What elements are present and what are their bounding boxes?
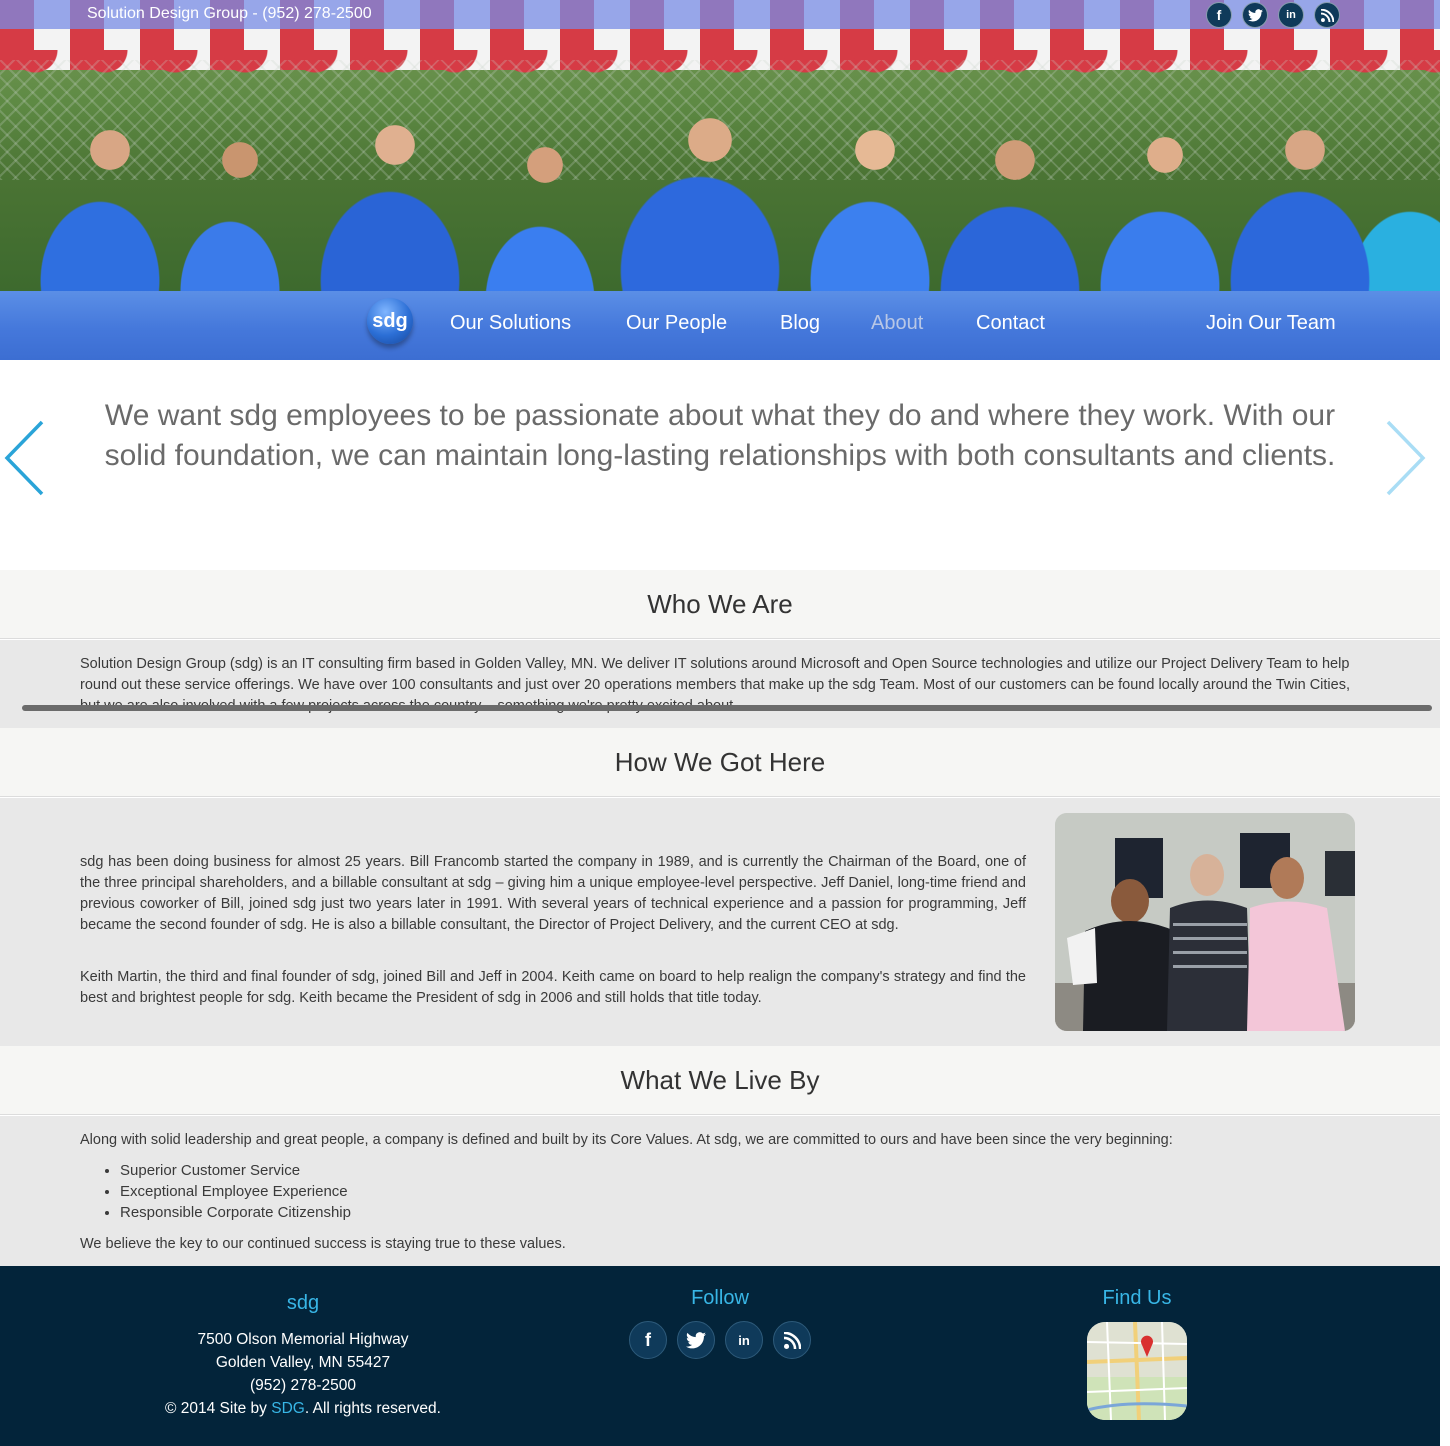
top-bar-text: Solution Design Group - (952) 278-2500: [87, 5, 372, 22]
what-we-live-by-heading: What We Live By: [0, 1046, 1440, 1115]
twitter-icon[interactable]: [677, 1321, 715, 1359]
core-values-list: Superior Customer Service Exceptional Em…: [120, 1160, 351, 1223]
core-values-outro: We believe the key to our continued succ…: [80, 1236, 566, 1252]
footer-follow-title: Follow: [691, 1287, 749, 1309]
linkedin-icon[interactable]: in: [1278, 2, 1304, 28]
how-we-got-here-paragraph-2: Keith Martin, the third and final founde…: [80, 969, 1026, 1006]
nav-join-our-team[interactable]: Join Our Team: [1206, 312, 1336, 335]
core-values-intro: Along with solid leadership and great pe…: [80, 1132, 1173, 1148]
copyright-suffix: . All rights reserved.: [304, 1400, 441, 1417]
rss-icon[interactable]: [773, 1321, 811, 1359]
footer-phone: (952) 278-2500: [250, 1377, 356, 1394]
hero-image: [0, 0, 1440, 291]
carousel-next-arrow-icon[interactable]: [1386, 420, 1426, 496]
list-item: Superior Customer Service: [120, 1160, 351, 1181]
footer-address-line-2: Golden Valley, MN 55427: [215, 1354, 391, 1371]
nav-our-people[interactable]: Our People: [626, 312, 727, 335]
footer-address-line-1: 7500 Olson Memorial Highway: [197, 1331, 409, 1348]
list-item: Responsible Corporate Citizenship: [120, 1202, 351, 1223]
linkedin-icon[interactable]: in: [725, 1321, 763, 1359]
footer-sdg-title: sdg: [286, 1292, 320, 1314]
copyright-text: © 2014 Site by: [165, 1400, 272, 1417]
footer-address: 7500 Olson Memorial Highway Golden Valle…: [103, 1328, 503, 1420]
crowd: [0, 101, 1440, 291]
footer-find-us-title: Find Us: [1102, 1287, 1172, 1309]
sdg-logo[interactable]: sdg: [367, 298, 413, 344]
how-we-got-here-heading: How We Got Here: [0, 728, 1440, 797]
facebook-icon[interactable]: f: [629, 1321, 667, 1359]
facebook-icon[interactable]: f: [1206, 2, 1232, 28]
nav-our-solutions[interactable]: Our Solutions: [450, 312, 571, 335]
nav-contact[interactable]: Contact: [976, 312, 1045, 335]
main-nav: sdg Our Solutions Our People Blog About …: [0, 291, 1440, 360]
footer-copyright: © 2014 Site by SDG. All rights reserved.: [103, 1397, 503, 1420]
how-we-got-here-paragraph-1: sdg has been doing business for almost 2…: [80, 854, 1026, 933]
map-thumbnail[interactable]: [1087, 1322, 1187, 1420]
founders-photo: [1055, 813, 1355, 1031]
footer-social-links: f in: [629, 1321, 811, 1359]
list-item: Exceptional Employee Experience: [120, 1181, 351, 1202]
horizontal-scrollbar[interactable]: [22, 705, 1432, 711]
carousel-prev-arrow-icon[interactable]: [4, 420, 44, 496]
copyright-sdg-link[interactable]: SDG: [271, 1400, 305, 1417]
nav-blog[interactable]: Blog: [780, 312, 820, 335]
who-we-are-heading: Who We Are: [0, 570, 1440, 639]
rss-icon[interactable]: [1314, 2, 1340, 28]
twitter-icon[interactable]: [1242, 2, 1268, 28]
nav-about[interactable]: About: [871, 312, 923, 335]
top-social-links: f in: [1206, 2, 1340, 28]
top-bar: Solution Design Group - (952) 278-2500 f…: [0, 0, 1440, 29]
quote-text: We want sdg employees to be passionate a…: [104, 399, 1336, 472]
